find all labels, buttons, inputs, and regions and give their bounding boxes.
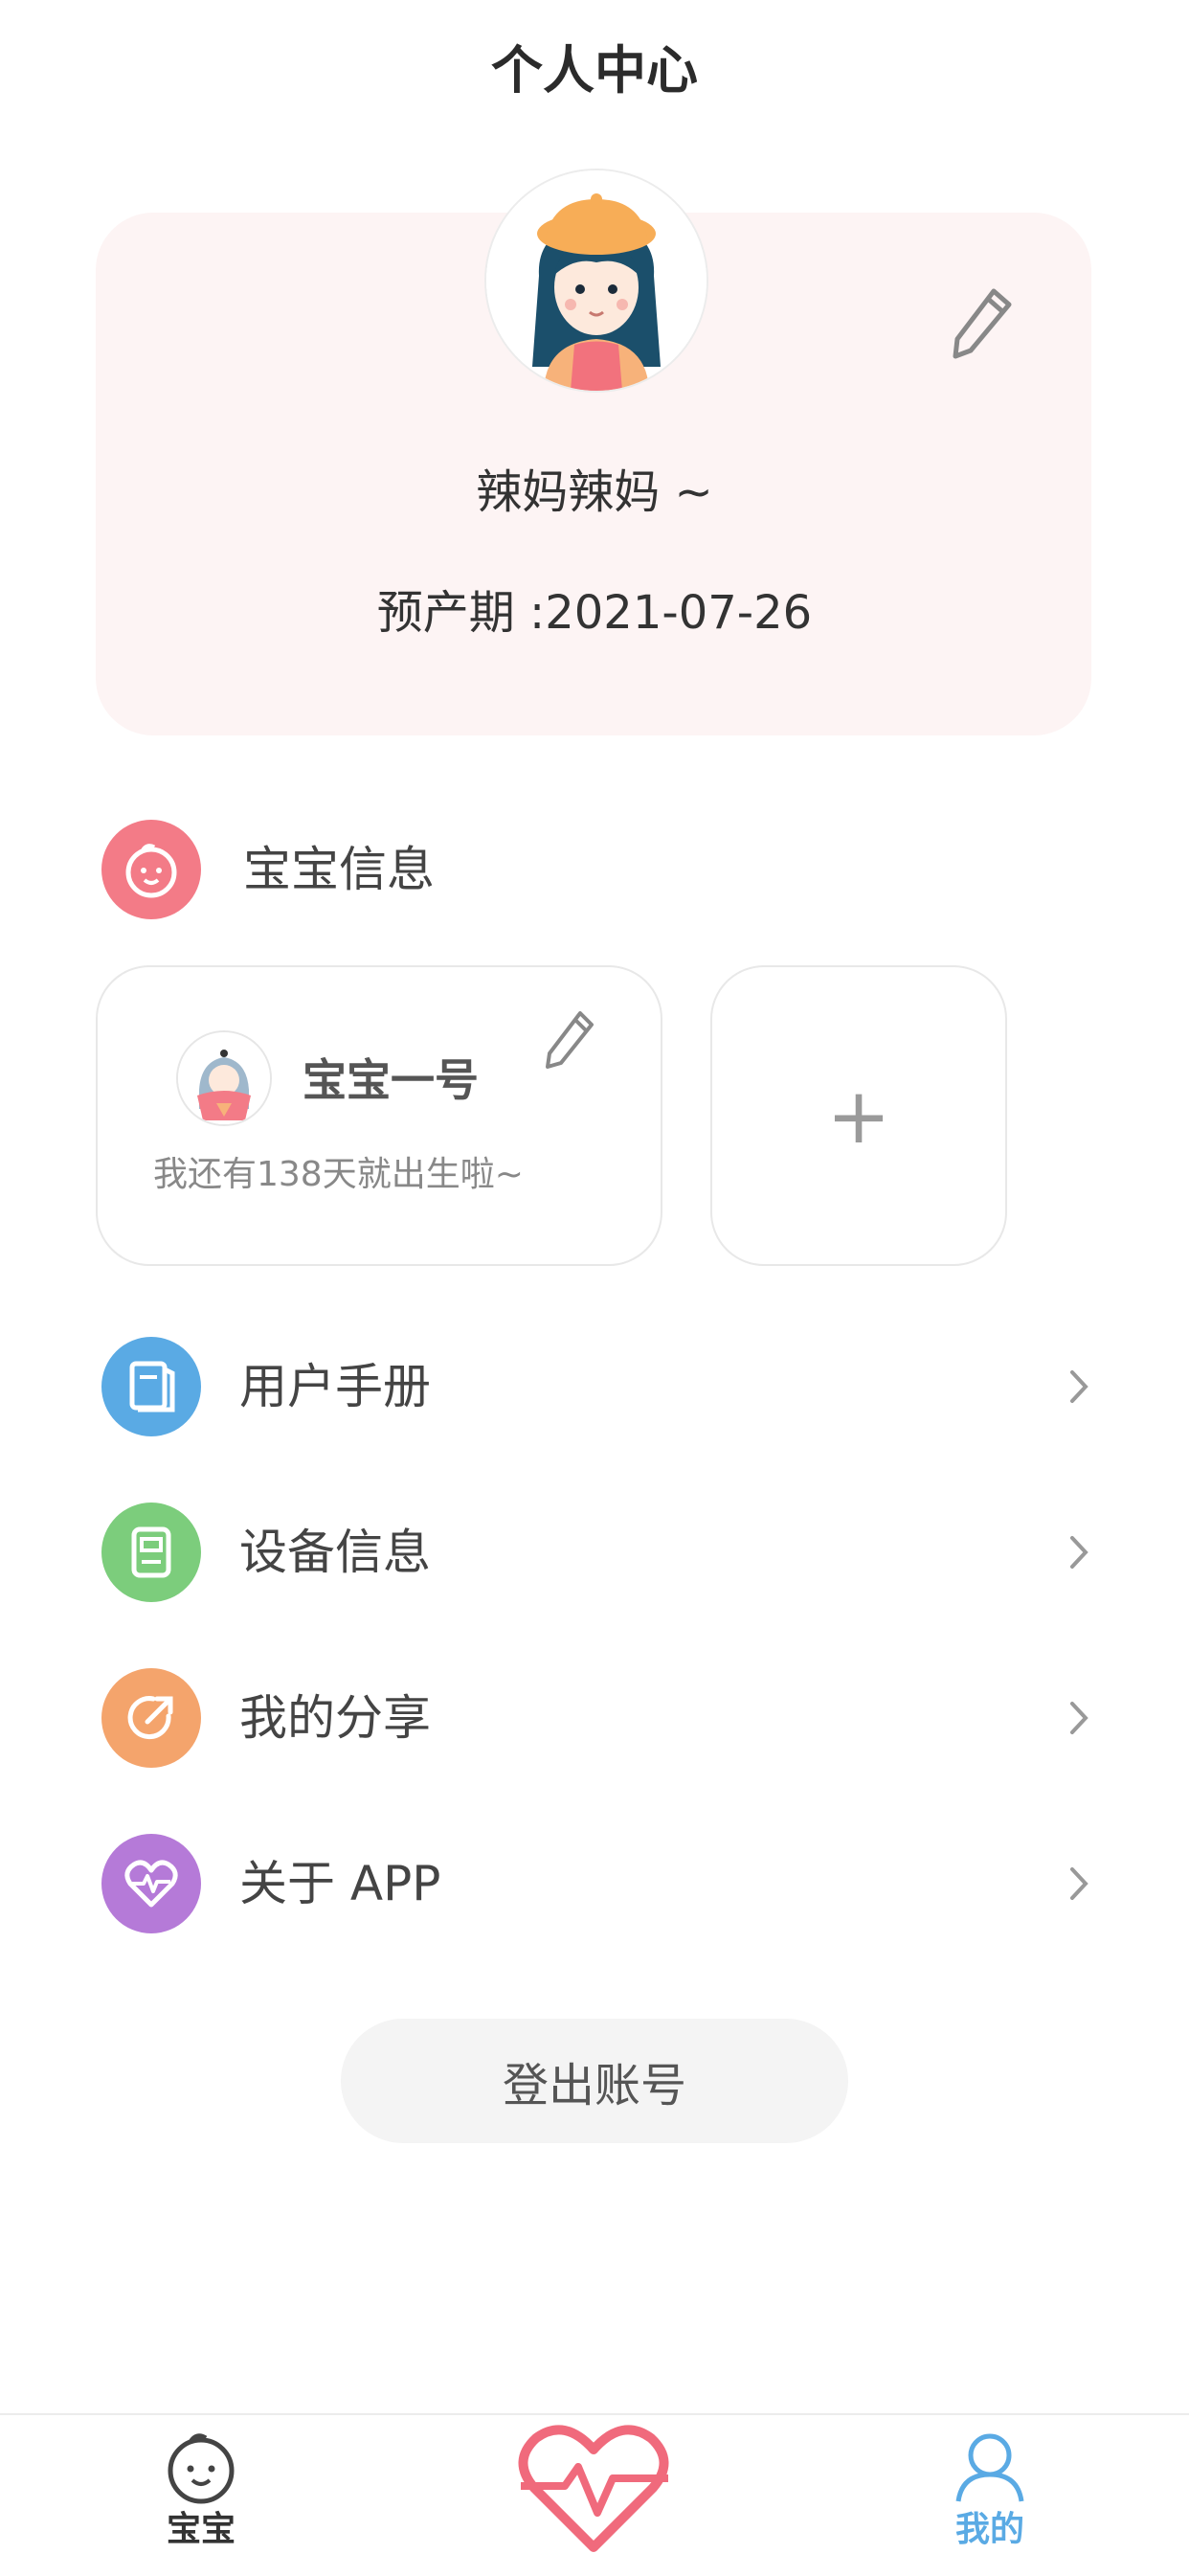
user-icon bbox=[955, 2433, 1024, 2502]
menu-item-my-share[interactable]: 我的分享 bbox=[96, 1665, 1093, 1771]
baby-face-icon bbox=[168, 2433, 235, 2504]
logout-button[interactable]: 登出账号 bbox=[341, 2019, 848, 2143]
page-title: 个人中心 bbox=[491, 40, 698, 101]
heart-pulse-icon bbox=[101, 1834, 201, 1933]
menu-item-about-app[interactable]: 关于 APP bbox=[96, 1831, 1093, 1936]
baby-face-icon bbox=[101, 820, 201, 919]
chevron-right-icon bbox=[1070, 1536, 1088, 1569]
baby-info-label: 宝宝信息 bbox=[243, 842, 435, 897]
heartbeat-icon bbox=[518, 2425, 669, 2552]
baby-avatar bbox=[176, 1030, 272, 1126]
tab-label: 宝宝 bbox=[166, 2510, 236, 2549]
share-icon bbox=[101, 1668, 201, 1768]
chevron-right-icon bbox=[1070, 1867, 1088, 1900]
baby-name: 宝宝一号 bbox=[303, 1054, 479, 1106]
book-icon bbox=[101, 1337, 201, 1436]
avatar-illustration bbox=[486, 170, 707, 391]
menu-label: 设备信息 bbox=[239, 1525, 431, 1580]
chevron-right-icon bbox=[1070, 1370, 1088, 1403]
baby-countdown: 我还有138天就出生啦~ bbox=[153, 1155, 524, 1194]
menu-item-user-manual[interactable]: 用户手册 bbox=[96, 1334, 1093, 1439]
edit-baby-icon[interactable] bbox=[542, 1007, 597, 1073]
menu-label: 我的分享 bbox=[239, 1690, 431, 1746]
menu-label: 用户手册 bbox=[239, 1359, 431, 1414]
menu-item-device-info[interactable]: 设备信息 bbox=[96, 1500, 1093, 1605]
tab-mine[interactable]: 我的 bbox=[932, 2429, 1047, 2563]
menu-label: 关于 APP bbox=[239, 1856, 441, 1911]
due-date: 预产期 :2021-07-26 bbox=[376, 586, 813, 640]
user-nickname: 辣妈辣妈 ~ bbox=[476, 465, 713, 519]
tab-heartbeat[interactable] bbox=[498, 2394, 689, 2566]
tab-baby[interactable]: 宝宝 bbox=[144, 2429, 258, 2563]
edit-profile-icon[interactable] bbox=[948, 285, 1015, 362]
tab-label: 我的 bbox=[954, 2510, 1024, 2549]
chevron-right-icon bbox=[1070, 1702, 1088, 1734]
device-icon bbox=[101, 1503, 201, 1602]
add-baby-button[interactable]: + bbox=[710, 965, 1007, 1266]
user-avatar[interactable] bbox=[484, 169, 708, 393]
